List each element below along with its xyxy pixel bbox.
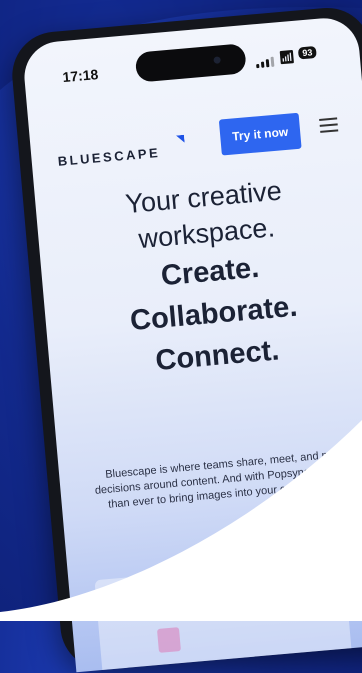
wifi-icon: 📶︎ [277, 48, 296, 66]
phone-mockup: 17:18 📶︎ 93 BLUESCAPE Try it now Your cr… [8, 4, 362, 673]
battery-badge: 93 [297, 45, 317, 60]
hero-heading: Your creative workspace. Create. Collabo… [35, 165, 362, 392]
try-it-now-button[interactable]: Try it now [218, 112, 302, 156]
hero-description: Bluescape is where teams share, meet, an… [94, 447, 362, 511]
logo-mark-icon [176, 135, 185, 144]
bluescape-logo[interactable]: BLUESCAPE [57, 145, 161, 169]
app-preview-image [94, 558, 354, 673]
camera-icon [213, 56, 221, 64]
phone-screen: 17:18 📶︎ 93 BLUESCAPE Try it now Your cr… [21, 15, 362, 673]
status-time: 17:18 [61, 66, 99, 86]
preview-dot [103, 587, 108, 592]
dynamic-island [134, 43, 247, 83]
preview-card [156, 627, 181, 653]
site-header: BLUESCAPE Try it now [27, 75, 362, 169]
hamburger-menu-icon[interactable] [319, 117, 339, 137]
signal-icon [256, 56, 275, 69]
